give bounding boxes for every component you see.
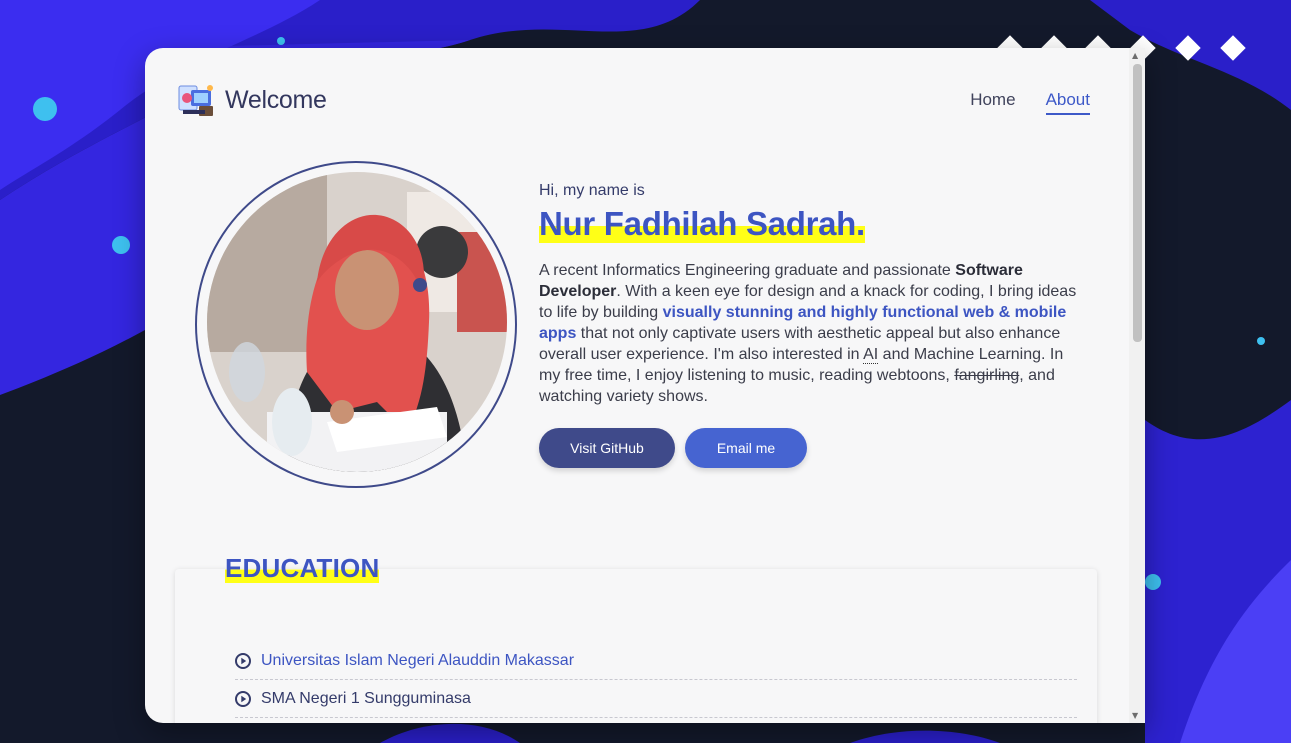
main-card: Welcome Home About Hi, my name is Nur Fa… xyxy=(145,48,1145,723)
bio-paragraph: A recent Informatics Engineering graduat… xyxy=(539,260,1084,407)
education-list: Universitas Islam Negeri Alauddin Makass… xyxy=(235,642,1077,718)
play-circle-icon xyxy=(235,690,251,707)
hero-name: Nur Fadhilah Sadrah. xyxy=(539,205,865,243)
education-item[interactable]: Universitas Islam Negeri Alauddin Makass… xyxy=(235,642,1077,680)
intro-section: Hi, my name is Nur Fadhilah Sadrah. A re… xyxy=(539,182,1084,468)
education-item-label: Universitas Islam Negeri Alauddin Makass… xyxy=(261,651,575,669)
bio-abbr-ai: AI xyxy=(863,346,879,364)
bio-strike: fangirling xyxy=(954,367,1020,384)
nav-about[interactable]: About xyxy=(1045,90,1090,115)
ring-accent-dot xyxy=(413,278,427,292)
intro-buttons: Visit GitHub Email me xyxy=(539,428,1084,468)
profile-photo xyxy=(207,172,507,472)
vertical-scrollbar[interactable]: ▲ ▼ xyxy=(1129,48,1145,723)
greeting-text: Hi, my name is xyxy=(539,182,645,199)
logo-text: Welcome xyxy=(225,85,327,114)
scroll-down-icon[interactable]: ▼ xyxy=(1132,711,1138,720)
visit-github-button[interactable]: Visit GitHub xyxy=(539,428,675,468)
education-item-label: SMA Negeri 1 Sungguminasa xyxy=(261,689,471,707)
email-me-button[interactable]: Email me xyxy=(685,428,807,468)
scrollbar-thumb[interactable] xyxy=(1133,64,1142,342)
bio-text-1: A recent Informatics Engineering graduat… xyxy=(539,262,956,279)
education-heading: EDUCATION xyxy=(225,553,380,583)
nav-home[interactable]: Home xyxy=(970,90,1015,115)
workspace-illustration-icon xyxy=(178,85,213,116)
education-item[interactable]: SMA Negeri 1 Sungguminasa xyxy=(235,680,1077,718)
scroll-up-icon[interactable]: ▲ xyxy=(1132,51,1138,60)
play-circle-icon xyxy=(235,652,251,669)
site-logo[interactable]: Welcome xyxy=(177,80,327,120)
top-nav: Home About xyxy=(970,90,1090,115)
